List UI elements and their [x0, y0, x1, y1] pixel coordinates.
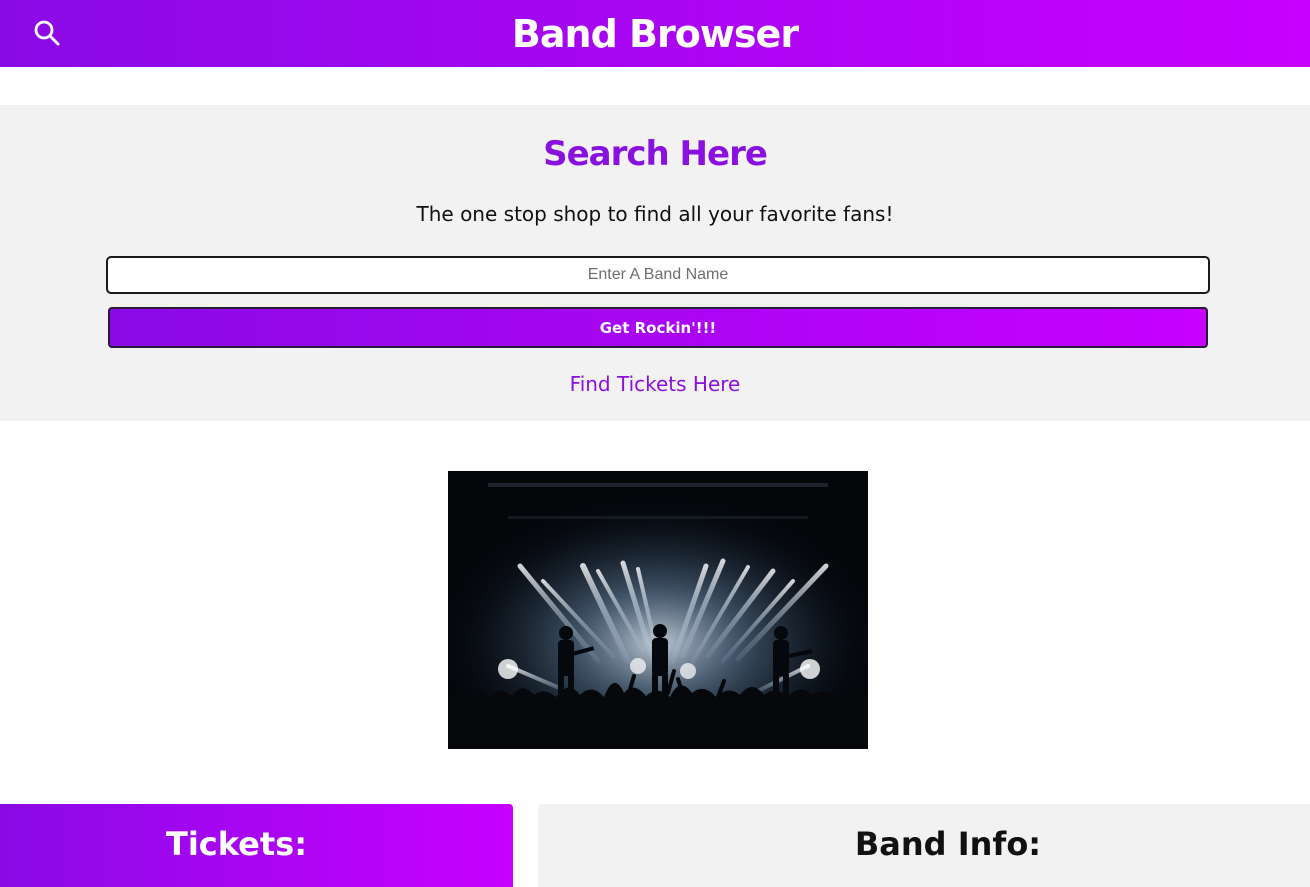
concert-stage-photo [448, 471, 868, 749]
get-rockin-button[interactable]: Get Rockin'!!! [108, 307, 1208, 348]
band-info-title: Band Info: [538, 822, 1310, 866]
tickets-title: Tickets: [0, 822, 473, 866]
find-tickets-link[interactable]: Find Tickets Here [0, 370, 1310, 398]
tagline: The one stop shop to find all your favor… [0, 200, 1310, 228]
app-title: Band Browser [0, 0, 1310, 67]
band-name-input[interactable] [106, 256, 1210, 294]
search-heading: Search Here [0, 130, 1310, 178]
